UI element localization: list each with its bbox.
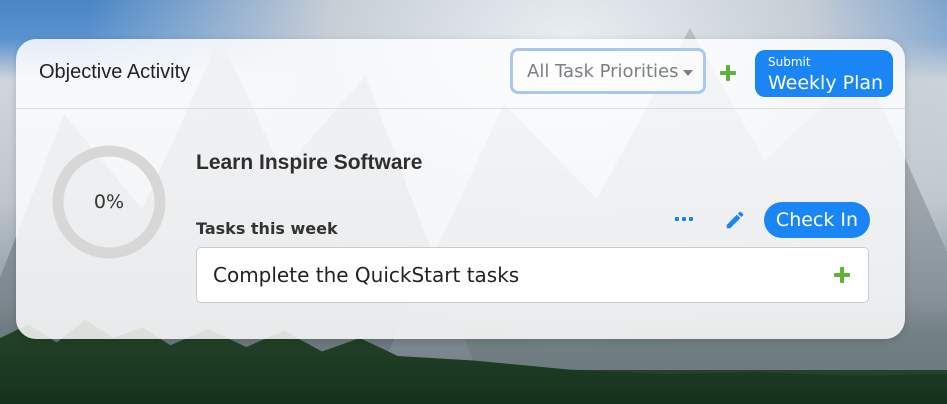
- submit-label: Submit: [768, 55, 811, 69]
- add-task-plus-icon[interactable]: [834, 267, 850, 283]
- more-options-icon[interactable]: [675, 215, 695, 223]
- weekly-task-text: Complete the QuickStart tasks: [213, 263, 520, 287]
- objective-activity-card: Objective Activity All Task Priorities S…: [16, 39, 905, 339]
- pencil-icon[interactable]: [724, 209, 746, 231]
- progress-percent: 0%: [93, 191, 125, 213]
- task-priorities-selected-value: All Task Priorities: [527, 60, 679, 82]
- add-priority-plus-icon[interactable]: [720, 65, 736, 81]
- card-title: Objective Activity: [39, 61, 191, 83]
- check-in-button[interactable]: Check In: [764, 202, 870, 238]
- tasks-this-week-label: Tasks this week: [196, 219, 338, 238]
- objective-title[interactable]: Learn Inspire Software: [196, 151, 422, 175]
- card-header: Objective Activity All Task Priorities S…: [16, 39, 905, 109]
- task-priorities-select[interactable]: All Task Priorities: [510, 48, 706, 94]
- chevron-down-icon: [683, 69, 694, 76]
- weekly-plan-label: Weekly Plan: [768, 72, 884, 94]
- submit-weekly-plan-button[interactable]: Submit Weekly Plan: [755, 50, 893, 97]
- weekly-task-field[interactable]: Complete the QuickStart tasks: [196, 247, 869, 303]
